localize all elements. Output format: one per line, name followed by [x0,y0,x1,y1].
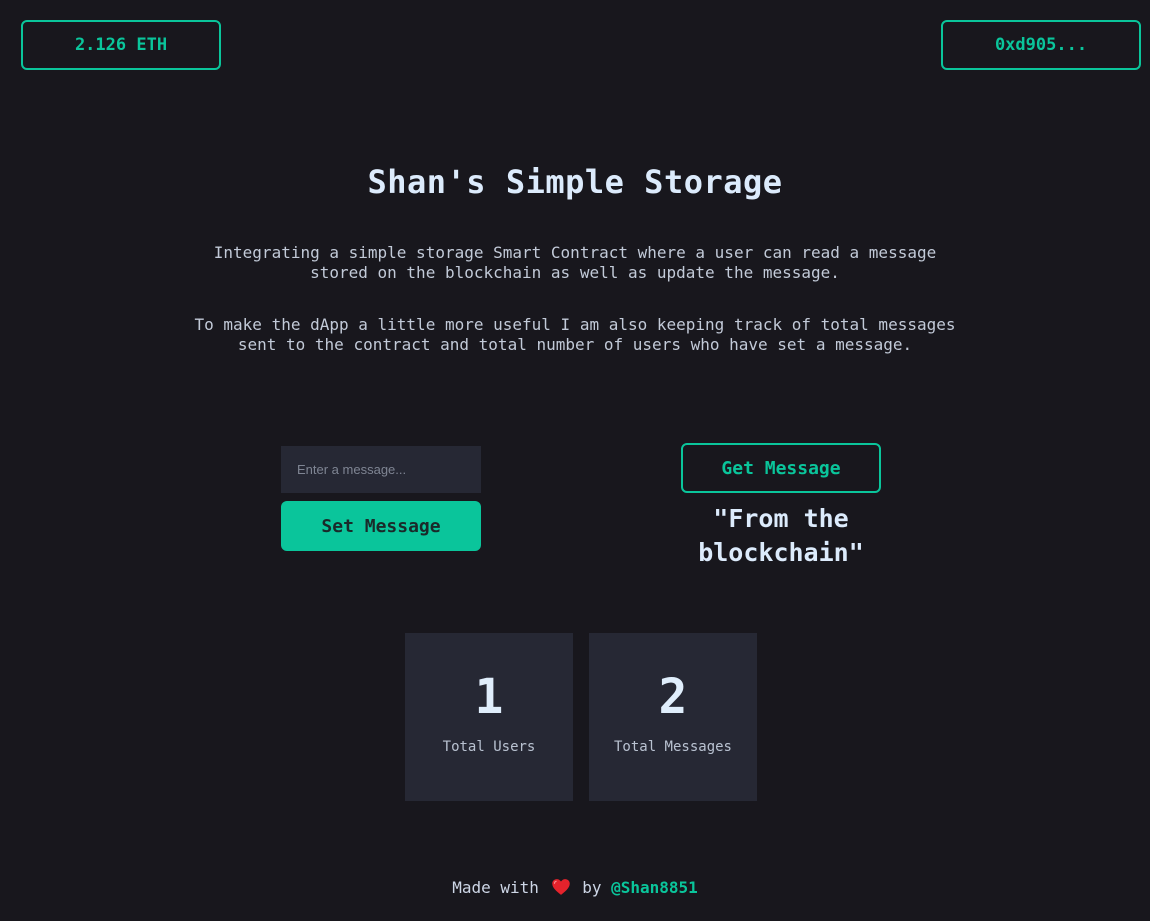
balance-badge[interactable]: 2.126 ETH [21,20,221,70]
total-users-value: 1 [474,669,504,725]
total-messages-value: 2 [658,669,688,725]
account-button[interactable]: 0xd905... [941,20,1141,70]
author-link[interactable]: @Shan8851 [611,878,698,897]
description-secondary: To make the dApp a little more useful I … [194,315,956,354]
page-title: Shan's Simple Storage [367,163,783,201]
footer: Made with by @Shan8851 [0,876,1150,900]
footer-prefix: Made with [452,878,539,897]
stat-card-total-users: 1 Total Users [405,633,573,801]
description-primary: Integrating a simple storage Smart Contr… [213,243,937,282]
balance-text: 2.126 ETH [74,35,168,55]
total-messages-label: Total Messages [613,739,732,755]
get-message-button[interactable]: Get Message [681,443,881,493]
get-message-label: Get Message [721,457,841,479]
stored-message: "From the blockchain" [698,504,864,567]
message-input[interactable] [281,446,481,493]
heart-icon [551,879,570,895]
set-message-label: Set Message [321,515,441,537]
total-users-label: Total Users [442,739,536,755]
footer-by: by [582,878,602,897]
stat-card-total-messages: 2 Total Messages [589,633,757,801]
account-address: 0xd905... [994,35,1088,55]
set-message-button[interactable]: Set Message [281,501,481,551]
